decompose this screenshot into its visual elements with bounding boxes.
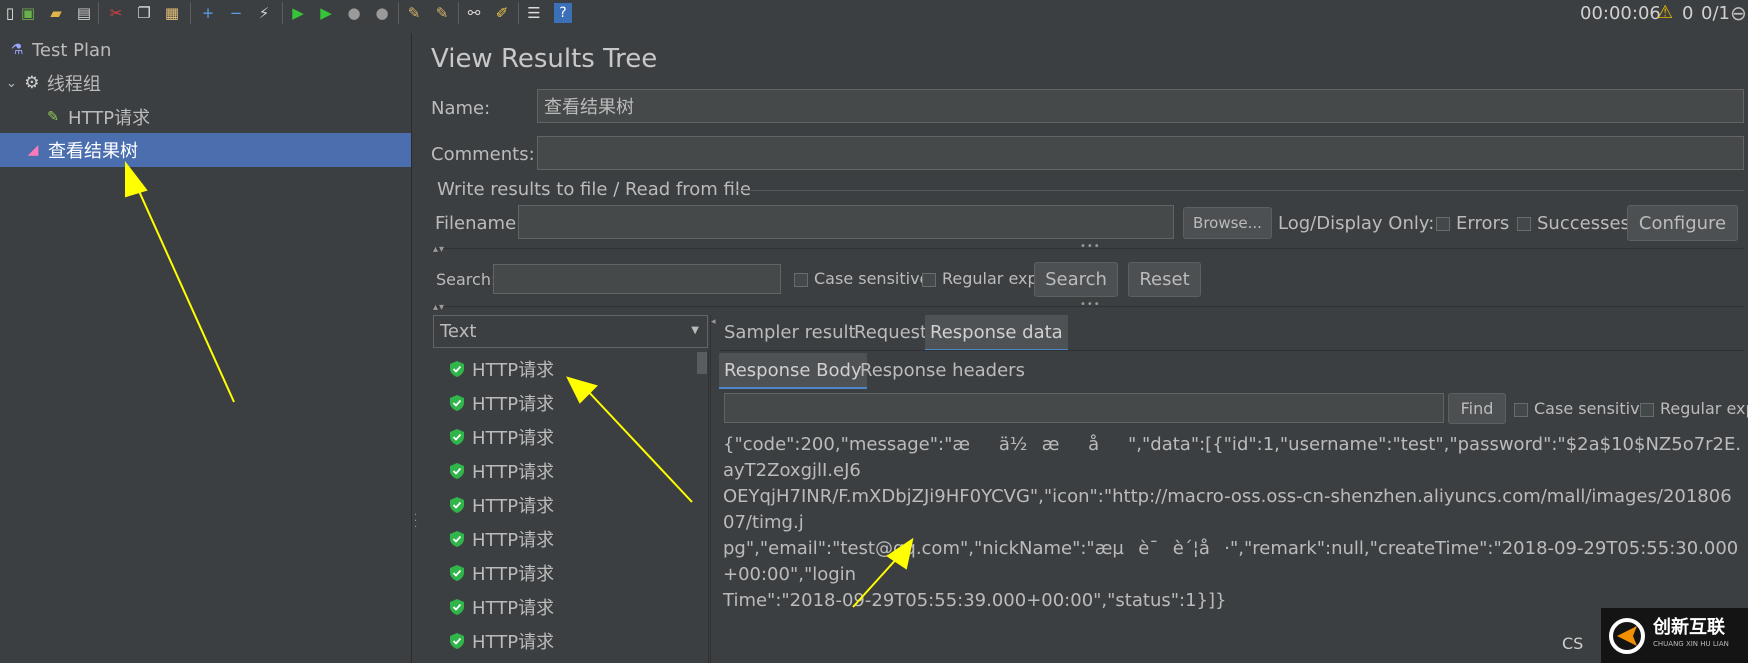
- watermark-subtext: CHUANG XIN HU LIAN: [1653, 639, 1729, 648]
- logo-icon: [1609, 617, 1645, 654]
- watermark-logo: 创新互联 CHUANG XIN HU LIAN: [1601, 608, 1748, 663]
- arrow-head-icon: [566, 376, 598, 404]
- arrow-head-icon: [125, 161, 148, 198]
- watermark-text: 创新互联: [1653, 616, 1725, 638]
- arrow-to-result-item: [584, 387, 693, 503]
- watermark-partial-text: CS: [1562, 634, 1584, 653]
- arrow-to-results-tree: [133, 179, 235, 403]
- annotation-arrows: [125, 161, 914, 608]
- arrow-to-response-body: [852, 554, 901, 608]
